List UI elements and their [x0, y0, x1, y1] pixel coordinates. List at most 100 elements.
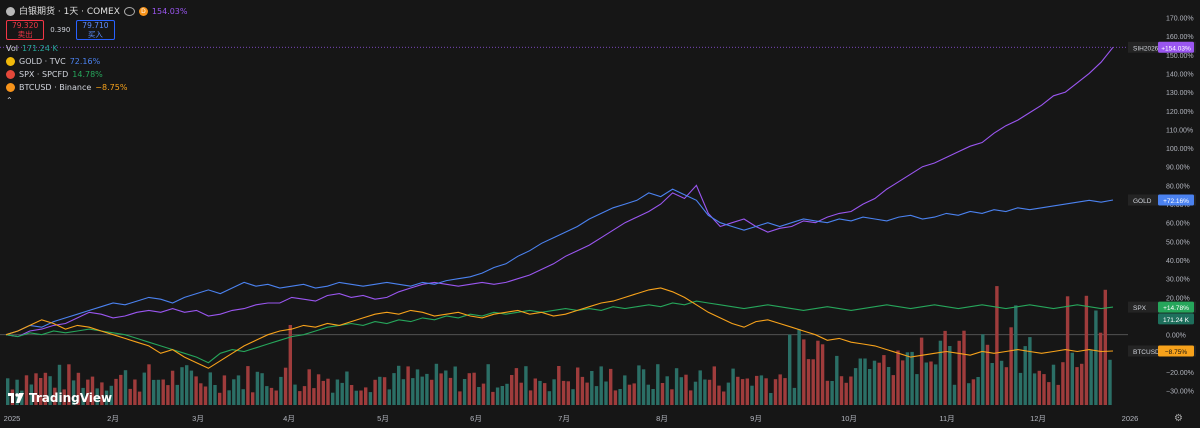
volume-bar [618, 389, 622, 405]
volume-bar [543, 383, 547, 405]
y-tick-label: 170.00% [1166, 16, 1194, 23]
x-tick-label: 2025 [4, 414, 21, 423]
y-tick-label: −30.00% [1166, 389, 1194, 396]
volume-bar [689, 390, 693, 405]
volume-bar [863, 358, 867, 405]
volume-bar [349, 385, 354, 405]
volume-bar [872, 360, 877, 405]
volume-bar [491, 391, 495, 405]
volume-bar [684, 374, 688, 405]
volume-bar [1047, 382, 1051, 405]
y-tick-label: 150.00% [1166, 53, 1194, 60]
y-tick-label: 30.00% [1166, 277, 1190, 284]
symbol-header[interactable]: 白银期货 · 1天 · COMEX D 154.03% [6, 5, 187, 18]
volume-bar [472, 372, 476, 405]
volume-bar [816, 340, 820, 405]
volume-bar [199, 383, 203, 405]
volume-bar [1051, 364, 1056, 405]
volume-bar [194, 376, 198, 405]
settings-gear-icon[interactable]: ⚙ [1174, 413, 1183, 424]
y-tick-label: 90.00% [1166, 165, 1190, 172]
volume-bar [312, 388, 316, 405]
x-tick-label: 7月 [558, 414, 570, 423]
volume-bar [185, 365, 189, 405]
volume-bar [1009, 327, 1013, 405]
volume-bar [161, 379, 165, 405]
x-tick-label: 2026 [1122, 414, 1139, 423]
series-line-spx [5, 300, 1114, 364]
volume-bar [674, 368, 679, 405]
price-tag-spx: SPX +14.78% [1128, 301, 1196, 313]
y-tick-label: 20.00% [1166, 295, 1190, 302]
volume-bar [213, 385, 217, 405]
volume-bar [952, 384, 957, 405]
collapse-legend-button[interactable]: ⌃ [6, 94, 187, 107]
volume-bar [839, 376, 844, 405]
volume-bar [985, 344, 990, 405]
volume-bar [613, 390, 618, 405]
volume-bar [1056, 384, 1060, 405]
volume-legend[interactable]: Vol 171.24 K [6, 42, 187, 55]
volume-bar [764, 378, 768, 405]
volume-tag: 171.24 K [1158, 313, 1194, 325]
volume-bar [609, 368, 613, 405]
volume-bar [585, 382, 589, 405]
volume-bar [382, 377, 387, 405]
volume-bar [971, 379, 976, 405]
volume-bar [180, 367, 184, 405]
volume-bar [189, 370, 194, 405]
volume-bar [1089, 350, 1093, 405]
symbol-title: 白银期货 · 1天 · COMEX [19, 6, 120, 17]
volume-bar [792, 387, 797, 405]
legend-item-spx[interactable]: SPX · SPCFD 14.78% [6, 68, 187, 81]
volume-bar [731, 368, 735, 405]
volume-bar [778, 374, 782, 405]
price-tag-name: SPX [1133, 305, 1147, 312]
volume-bar [1028, 337, 1032, 405]
volume-bar [246, 366, 250, 405]
x-tick-label: 6月 [470, 414, 482, 423]
price-tag-value: +14.78% [1163, 305, 1189, 312]
volume-bar [783, 378, 787, 405]
spread-value: 0.390 [50, 26, 71, 34]
volume-bar [656, 364, 660, 405]
gold-name: GOLD · TVC [19, 56, 66, 66]
volume-bar [166, 385, 170, 405]
buy-button[interactable]: 79.710 买入 [76, 20, 115, 40]
legend-item-gold[interactable]: GOLD · TVC 72.16% [6, 55, 187, 68]
volume-bar [510, 375, 514, 405]
spx-value: 14.78% [72, 69, 103, 79]
sell-button[interactable]: 79.320 卖出 [6, 20, 45, 40]
volume-bar [533, 378, 537, 405]
eye-icon[interactable] [123, 7, 135, 16]
x-tick-label: 8月 [656, 414, 668, 423]
volume-bar [425, 373, 429, 405]
buy-label: 买入 [87, 30, 103, 39]
volume-bar [298, 391, 302, 405]
btc-name: BTCUSD · Binance [19, 82, 92, 92]
legend-item-btc[interactable]: BTCUSD · Binance −8.75% [6, 81, 187, 94]
sell-price: 79.320 [12, 21, 39, 30]
volume-bar [1103, 289, 1107, 405]
sell-label: 卖出 [17, 30, 33, 39]
volume-bar [929, 361, 933, 405]
price-tag-btcusd: BTCUSD −8.75% [1128, 345, 1196, 357]
volume-bar [222, 375, 227, 405]
silver-icon [6, 7, 15, 16]
volume-bar [232, 379, 236, 405]
volume-bar [307, 369, 311, 405]
volume-bar [448, 377, 453, 405]
volume-bar [152, 379, 156, 405]
x-tick-label: 3月 [192, 414, 204, 423]
volume-bar [495, 387, 500, 405]
volume-bar [976, 377, 980, 405]
y-tick-label: 80.00% [1166, 183, 1190, 190]
volume-bar [1023, 346, 1027, 405]
price-tag-name: GOLD [1133, 198, 1152, 205]
volume-bar [623, 375, 627, 405]
gold-value: 72.16% [69, 56, 101, 66]
y-tick-label: 0.00% [1166, 333, 1186, 340]
volume-bar [981, 334, 985, 405]
volume-bar [910, 351, 914, 405]
volume-bar [773, 379, 778, 405]
